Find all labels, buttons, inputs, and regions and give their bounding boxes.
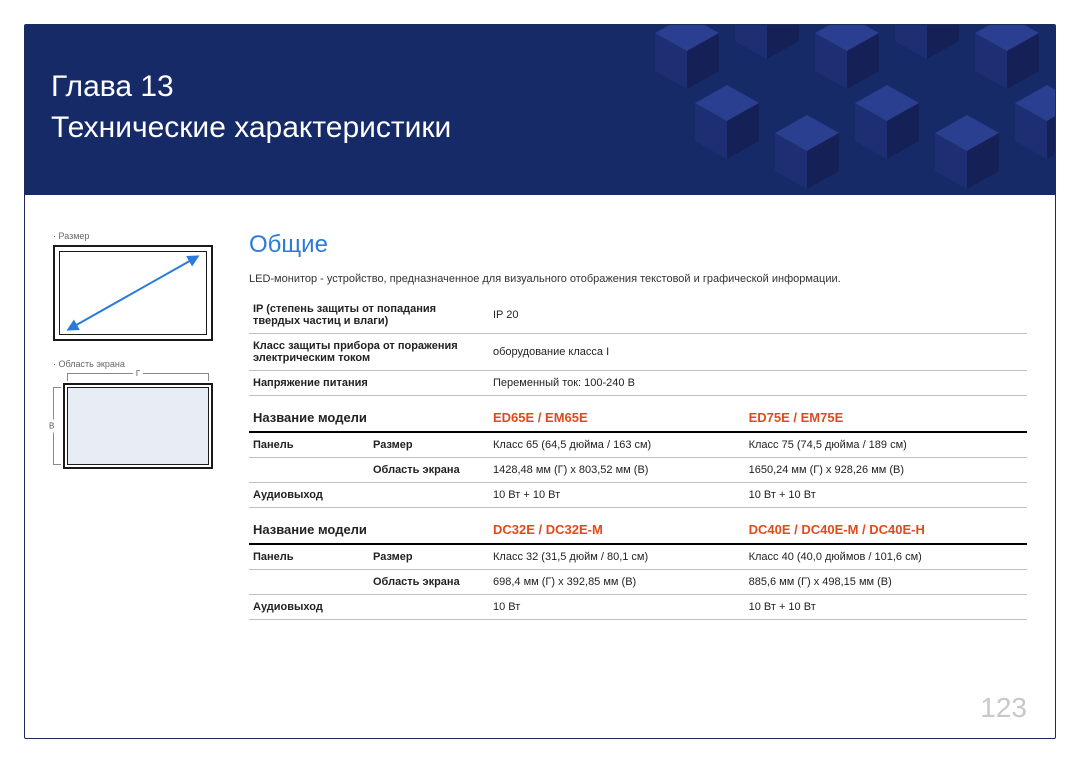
spec-value: IP 20 [489,297,1027,334]
page-number: 123 [980,692,1027,724]
audio-label: Аудиовыход [249,595,489,620]
spec-label: Класс защиты прибора от поражения электр… [249,334,489,371]
section-heading: Общие [249,231,1027,259]
model-name: DC40E / DC40E-M / DC40E-H [745,508,1027,545]
spec-value: Класс 65 (64,5 дюйма / 163 см) [489,432,745,458]
spec-value: 698,4 мм (Г) x 392,85 мм (В) [489,570,745,595]
spec-value: оборудование класса I [489,334,1027,371]
audio-label: Аудиовыход [249,483,489,508]
table-row: IP (степень защиты от попадания твердых … [249,297,1027,334]
spec-value: 1650,24 мм (Г) x 928,26 мм (В) [745,458,1027,483]
cube-pattern [615,25,1055,195]
spec-value: 1428,48 мм (Г) x 803,52 мм (В) [489,458,745,483]
spec-value: Класс 75 (74,5 дюйма / 189 см) [745,432,1027,458]
spec-value: Класс 32 (31,5 дюйм / 80,1 см) [489,544,745,570]
model-name: DC32E / DC32E-M [489,508,745,545]
width-letter: Г [133,369,143,378]
panel-label: Панель [249,432,369,458]
area-label: Область экрана [369,458,489,483]
height-letter: В [49,420,54,433]
area-diagram-label: Область экрана [53,359,243,369]
spec-value: 10 Вт + 10 Вт [745,595,1027,620]
table-row: Область экрана 1428,48 мм (Г) x 803,52 м… [249,458,1027,483]
model-header-row: Название модели ED65E / EM65E ED75E / EM… [249,396,1027,433]
table-row: Аудиовыход 10 Вт + 10 Вт 10 Вт + 10 Вт [249,483,1027,508]
chapter-title: Глава 13 Технические характеристики [51,67,451,148]
table-row: Панель Размер Класс 65 (64,5 дюйма / 163… [249,432,1027,458]
intro-text: LED-монитор - устройство, предназначенно… [249,273,1027,285]
size-label: Размер [369,432,489,458]
model-name-label: Название модели [249,396,489,433]
spec-value: 10 Вт + 10 Вт [489,483,745,508]
spec-table: IP (степень защиты от попадания твердых … [249,297,1027,620]
model-name: ED65E / EM65E [489,396,745,433]
spec-value: Переменный ток: 100-240 В [489,371,1027,396]
spec-value: Класс 40 (40,0 дюймов / 101,6 см) [745,544,1027,570]
page-frame: Глава 13 Технические характеристики Разм… [24,24,1056,739]
size-diagram [53,245,213,341]
model-name-label: Название модели [249,508,489,545]
panel-label: Панель [249,544,369,570]
model-header-row: Название модели DC32E / DC32E-M DC40E / … [249,508,1027,545]
diagonal-arrow-icon [61,253,205,333]
table-row: Класс защиты прибора от поражения электр… [249,334,1027,371]
spec-value: 10 Вт + 10 Вт [745,483,1027,508]
area-diagram: Г В [53,373,213,469]
chapter-banner: Глава 13 Технические характеристики [25,25,1055,195]
table-row: Область экрана 698,4 мм (Г) x 392,85 мм … [249,570,1027,595]
spec-value: 10 Вт [489,595,745,620]
table-row: Панель Размер Класс 32 (31,5 дюйм / 80,1… [249,544,1027,570]
spec-value: 885,6 мм (Г) x 498,15 мм (В) [745,570,1027,595]
main-column: Общие LED-монитор - устройство, предназн… [243,231,1027,738]
size-diagram-label: Размер [53,231,243,241]
content-area: Размер Область экрана [25,195,1055,738]
size-label: Размер [369,544,489,570]
sidebar: Размер Область экрана [53,231,243,738]
spec-label: Напряжение питания [249,371,489,396]
chapter-name: Технические характеристики [51,108,451,149]
area-label: Область экрана [369,570,489,595]
table-row: Аудиовыход 10 Вт 10 Вт + 10 Вт [249,595,1027,620]
table-row: Напряжение питания Переменный ток: 100-2… [249,371,1027,396]
spec-label: IP (степень защиты от попадания твердых … [249,297,489,334]
model-name: ED75E / EM75E [745,396,1027,433]
chapter-number: Глава 13 [51,67,451,108]
